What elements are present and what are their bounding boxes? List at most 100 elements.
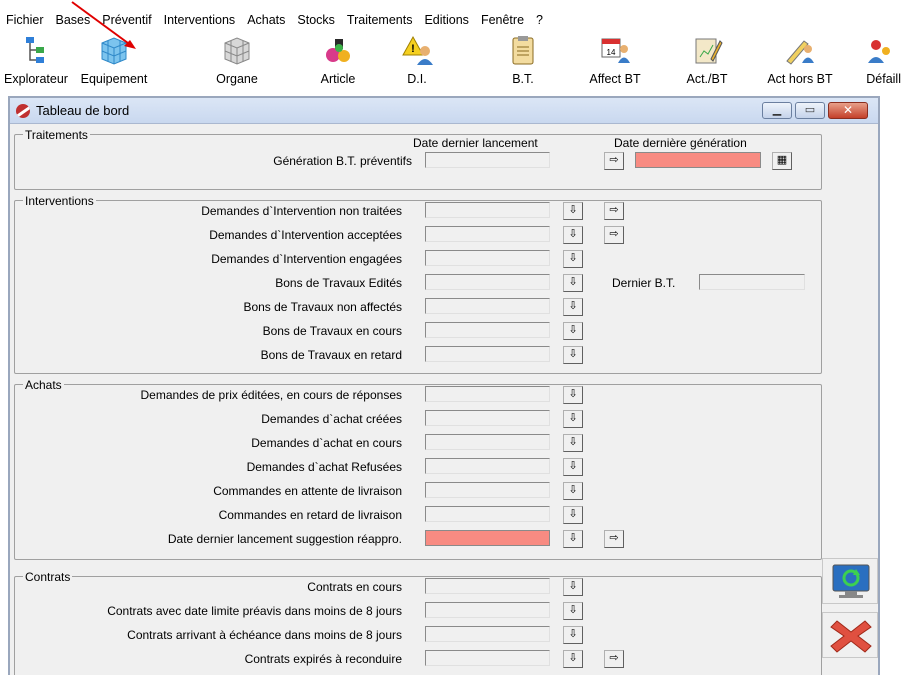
count-field[interactable] bbox=[425, 482, 550, 498]
goto-arrow-button[interactable]: ⇨ bbox=[604, 202, 624, 220]
toolbar-label: Explorateur bbox=[4, 72, 68, 86]
detail-button[interactable]: ⇩ bbox=[563, 346, 583, 364]
detail-button[interactable]: ⇩ bbox=[563, 434, 583, 452]
calculator-button[interactable]: ▦ bbox=[772, 152, 792, 170]
window-titlebar[interactable]: Tableau de bord ▁ ▭ ✕ bbox=[10, 98, 878, 124]
count-field[interactable] bbox=[425, 274, 550, 290]
arrow-down-icon: ⇩ bbox=[568, 324, 578, 336]
count-field[interactable] bbox=[425, 250, 550, 266]
menu-fichier[interactable]: Fichier bbox=[6, 13, 44, 27]
toolbar-bt-button[interactable]: B.T. bbox=[500, 32, 546, 88]
count-field[interactable] bbox=[425, 322, 550, 338]
toolbar-label: Organe bbox=[216, 72, 258, 86]
detail-button[interactable]: ⇩ bbox=[563, 506, 583, 524]
toolbar-label: Affect BT bbox=[589, 72, 641, 86]
menu-preventif[interactable]: Préventif bbox=[102, 13, 151, 27]
detail-button[interactable]: ⇩ bbox=[563, 298, 583, 316]
arrow-down-icon: ⇩ bbox=[568, 580, 578, 592]
detail-button[interactable]: ⇩ bbox=[563, 250, 583, 268]
detail-button[interactable]: ⇩ bbox=[563, 458, 583, 476]
count-field[interactable] bbox=[425, 386, 550, 402]
equipment-cube-icon bbox=[101, 37, 127, 65]
refresh-button[interactable] bbox=[822, 558, 878, 604]
detail-button[interactable]: ⇩ bbox=[563, 386, 583, 404]
detail-button[interactable]: ⇩ bbox=[563, 602, 583, 620]
count-field[interactable] bbox=[425, 298, 550, 314]
menu-interventions[interactable]: Interventions bbox=[164, 13, 236, 27]
toolbar-label: Act./BT bbox=[686, 72, 728, 86]
goto-arrow-button[interactable]: ⇨ bbox=[604, 650, 624, 668]
minimize-button[interactable]: ▁ bbox=[762, 102, 792, 119]
count-field[interactable] bbox=[425, 626, 550, 642]
menu-editions[interactable]: Editions bbox=[424, 13, 468, 27]
menu-help[interactable]: ? bbox=[536, 13, 543, 27]
goto-arrow-button[interactable]: ⇨ bbox=[604, 530, 624, 548]
pencil-chart-icon bbox=[695, 38, 723, 64]
group-title: Traitements bbox=[23, 128, 90, 142]
toolbar-di-button[interactable]: ! D.I. bbox=[392, 32, 442, 88]
toolbar-label: B.T. bbox=[512, 72, 534, 86]
last-launch-date-field[interactable] bbox=[425, 152, 550, 168]
close-dashboard-button[interactable] bbox=[822, 612, 878, 658]
last-reappro-date-field[interactable] bbox=[425, 530, 550, 546]
count-field[interactable] bbox=[425, 434, 550, 450]
menu-bases[interactable]: Bases bbox=[56, 13, 91, 27]
detail-button[interactable]: ⇩ bbox=[563, 322, 583, 340]
count-field[interactable] bbox=[425, 202, 550, 218]
count-field[interactable] bbox=[425, 602, 550, 618]
detail-button[interactable]: ⇩ bbox=[563, 226, 583, 244]
toolbar-label: Equipement bbox=[80, 72, 148, 86]
menu-achats[interactable]: Achats bbox=[247, 13, 285, 27]
row-label: Contrats expirés à reconduire bbox=[244, 652, 402, 666]
achats-group: Achats bbox=[14, 378, 822, 560]
count-field[interactable] bbox=[425, 226, 550, 242]
arrow-down-icon: ⇩ bbox=[568, 484, 578, 496]
row-label: Demandes d`Intervention engagées bbox=[211, 252, 402, 266]
toolbar-explorateur-button[interactable]: Explorateur bbox=[0, 32, 72, 88]
toolbar-equipement-button[interactable]: Equipement bbox=[74, 32, 154, 88]
detail-button[interactable]: ⇩ bbox=[563, 626, 583, 644]
count-field[interactable] bbox=[425, 458, 550, 474]
detail-button[interactable]: ⇩ bbox=[563, 410, 583, 428]
arrow-down-icon: ⇩ bbox=[568, 604, 578, 616]
toolbar-act-bt-button[interactable]: Act./BT bbox=[672, 32, 742, 88]
count-field[interactable] bbox=[425, 578, 550, 594]
row-label: Bons de Travaux en retard bbox=[260, 348, 402, 362]
calendar-users-icon: 14 bbox=[601, 38, 630, 63]
last-generation-date-field[interactable] bbox=[635, 152, 761, 168]
row-label: Demandes d`achat en cours bbox=[251, 436, 402, 450]
arrow-down-icon: ⇩ bbox=[568, 228, 578, 240]
last-bt-field[interactable] bbox=[699, 274, 805, 290]
count-field[interactable] bbox=[425, 346, 550, 362]
row-label: Demandes d`Intervention non traitées bbox=[201, 204, 402, 218]
detail-button[interactable]: ⇩ bbox=[563, 650, 583, 668]
row-label: Demandes d`achat créées bbox=[261, 412, 402, 426]
count-field[interactable] bbox=[425, 650, 550, 666]
toolbar-affect-bt-button[interactable]: 14 Affect BT bbox=[582, 32, 648, 88]
menu-traitements[interactable]: Traitements bbox=[347, 13, 413, 27]
maximize-button[interactable]: ▭ bbox=[795, 102, 825, 119]
close-icon: ✕ bbox=[842, 103, 854, 117]
toolbar-defaillance-button[interactable]: Défaill bbox=[840, 32, 903, 88]
menu-fenetre[interactable]: Fenêtre bbox=[481, 13, 524, 27]
detail-button[interactable]: ⇩ bbox=[563, 530, 583, 548]
detail-button[interactable]: ⇩ bbox=[563, 202, 583, 220]
group-title: Interventions bbox=[23, 194, 96, 208]
detail-button[interactable]: ⇩ bbox=[563, 482, 583, 500]
menu-stocks[interactable]: Stocks bbox=[297, 13, 335, 27]
toolbar-article-button[interactable]: Article bbox=[306, 32, 370, 88]
arrow-down-icon: ⇩ bbox=[568, 652, 578, 664]
detail-button[interactable]: ⇩ bbox=[563, 578, 583, 596]
toolbar-act-hors-bt-button[interactable]: Act hors BT bbox=[760, 32, 840, 88]
row-label: Contrats en cours bbox=[307, 580, 402, 594]
arrow-down-icon: ⇩ bbox=[568, 460, 578, 472]
goto-arrow-button[interactable]: ⇨ bbox=[604, 152, 624, 170]
count-field[interactable] bbox=[425, 410, 550, 426]
goto-arrow-button[interactable]: ⇨ bbox=[604, 226, 624, 244]
detail-button[interactable]: ⇩ bbox=[563, 274, 583, 292]
toolbar-organe-button[interactable]: Organe bbox=[205, 32, 269, 88]
close-button[interactable]: ✕ bbox=[828, 102, 868, 119]
group-title: Achats bbox=[23, 378, 64, 392]
count-field[interactable] bbox=[425, 506, 550, 522]
row-label: Commandes en retard de livraison bbox=[218, 508, 402, 522]
